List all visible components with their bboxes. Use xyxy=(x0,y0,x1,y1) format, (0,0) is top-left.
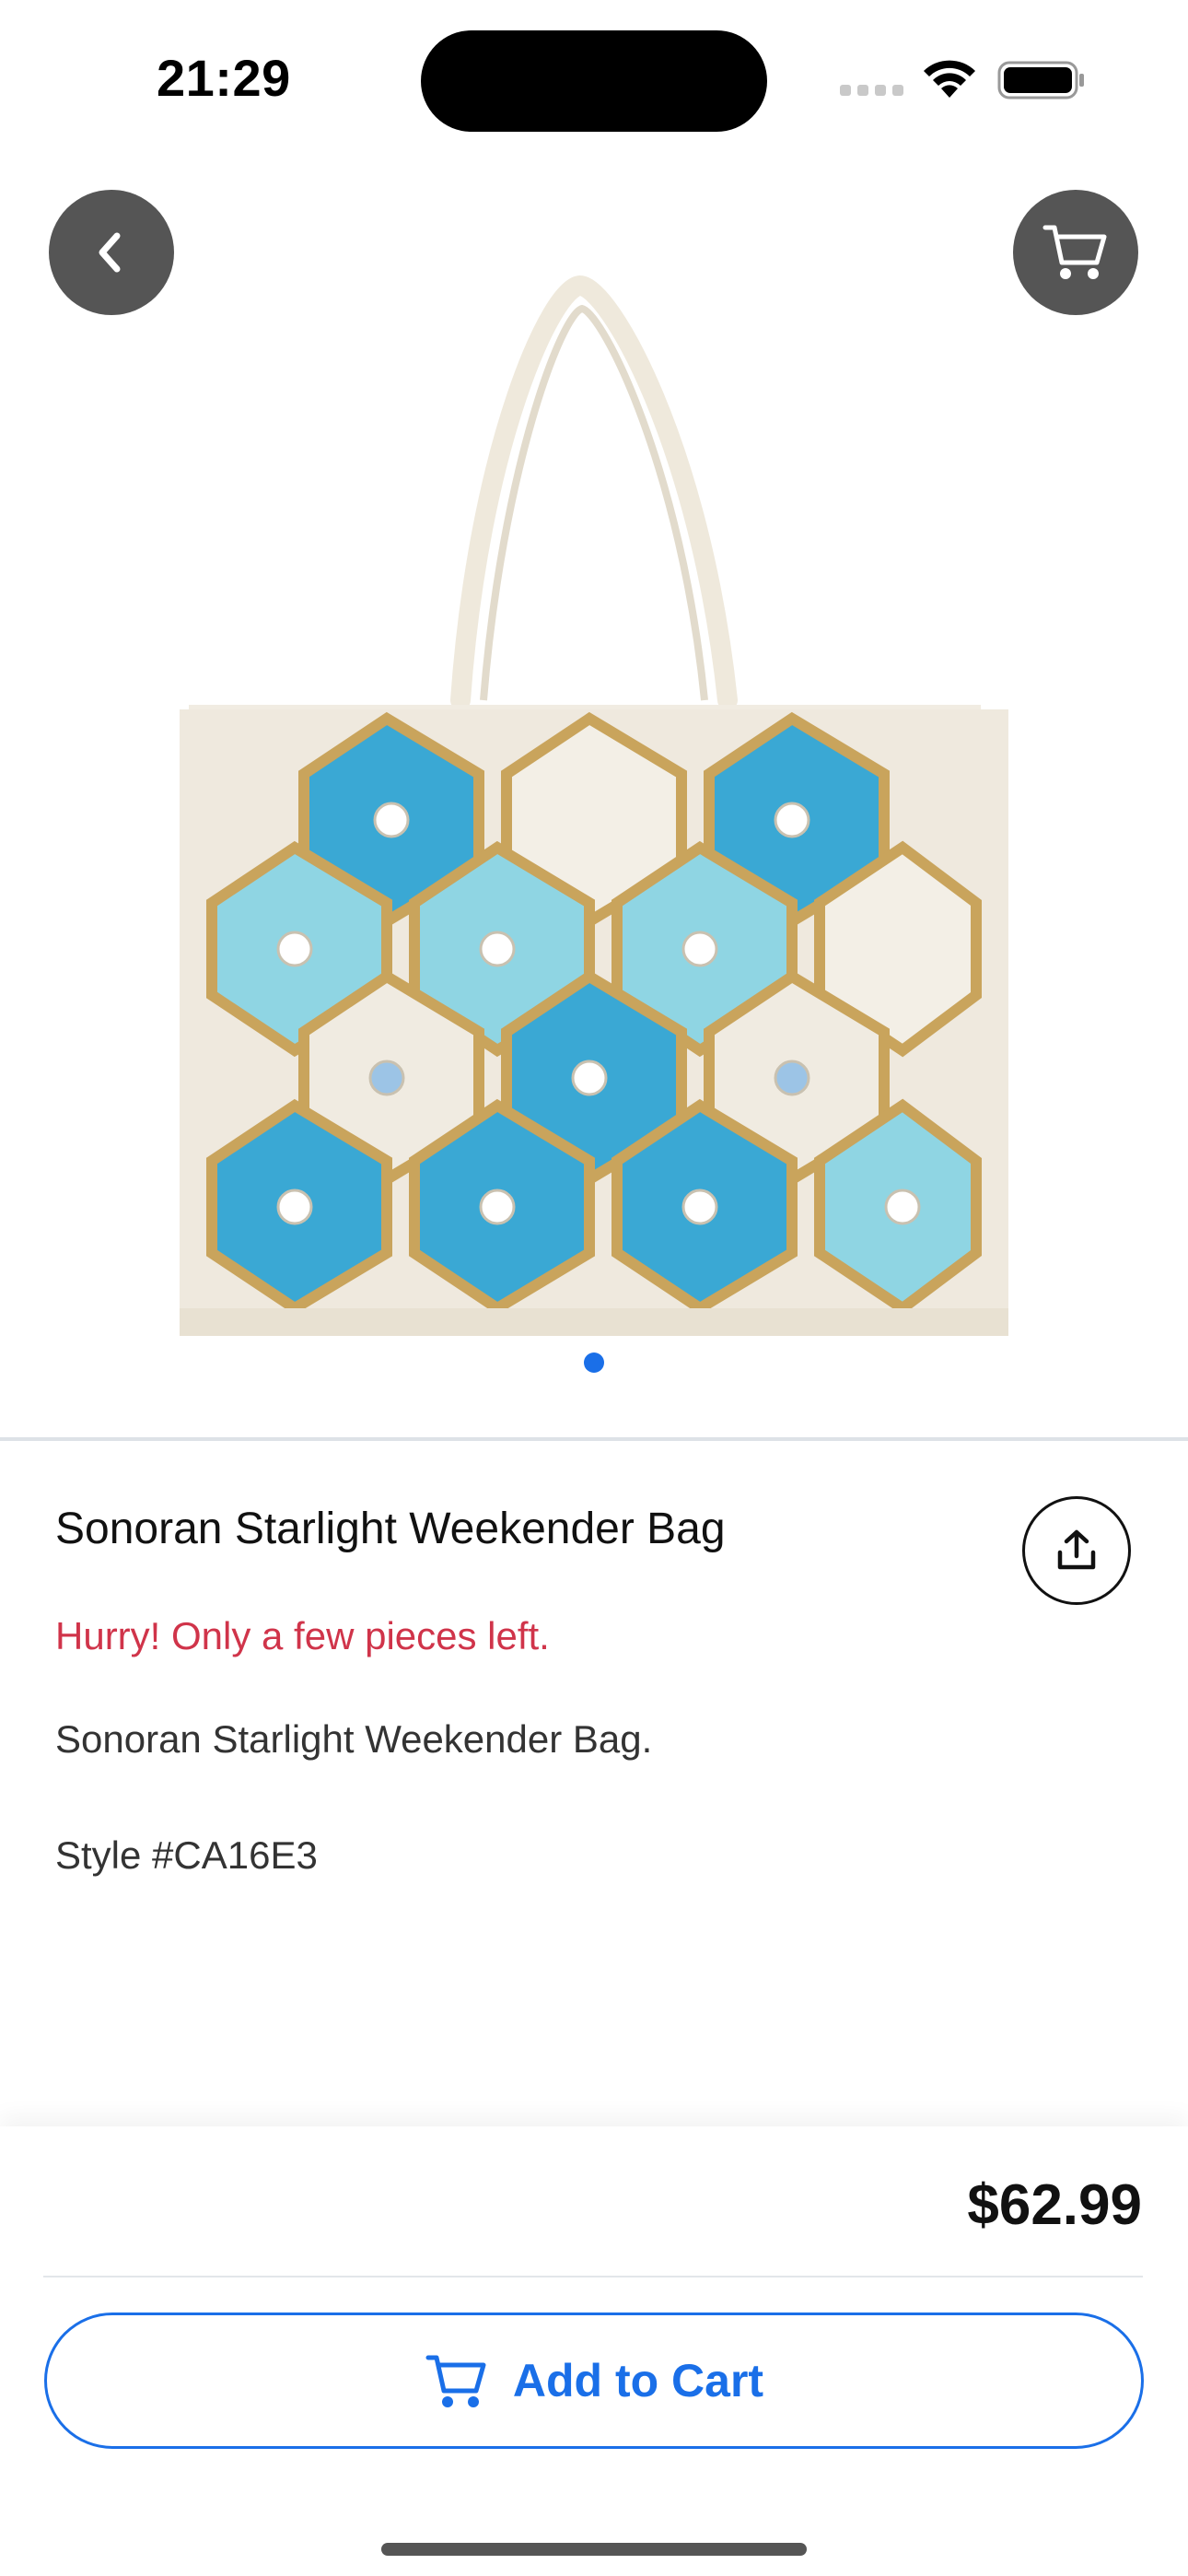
wifi-icon xyxy=(924,60,975,98)
share-button[interactable] xyxy=(1022,1496,1131,1605)
product-detail-page: 21:29 Sonoran Starlight Weekender Bag Hu… xyxy=(0,0,1188,2576)
signal-icon xyxy=(840,85,904,98)
section-divider xyxy=(0,1437,1188,1441)
cart-icon xyxy=(425,2355,486,2407)
stock-warning: Hurry! Only a few pieces left. xyxy=(55,1614,550,1657)
bottom-divider xyxy=(43,2276,1143,2277)
product-title: Sonoran Starlight Weekender Bag xyxy=(55,1505,726,1553)
product-description: Sonoran Starlight Weekender Bag. xyxy=(55,1717,653,1761)
status-time: 21:29 xyxy=(157,49,291,107)
product-image[interactable] xyxy=(0,258,1188,1345)
add-to-cart-button[interactable]: Add to Cart xyxy=(44,2313,1144,2449)
image-pager-dot[interactable] xyxy=(584,1352,604,1373)
status-bar: 21:29 xyxy=(0,0,1188,157)
battery-icon xyxy=(997,61,1084,100)
home-indicator[interactable] xyxy=(381,2543,807,2556)
product-price: $62.99 xyxy=(967,2173,1142,2237)
dynamic-island xyxy=(421,30,767,132)
share-icon xyxy=(1057,1529,1096,1570)
add-to-cart-label: Add to Cart xyxy=(512,2355,764,2406)
style-number: Style #CA16E3 xyxy=(55,1833,318,1877)
